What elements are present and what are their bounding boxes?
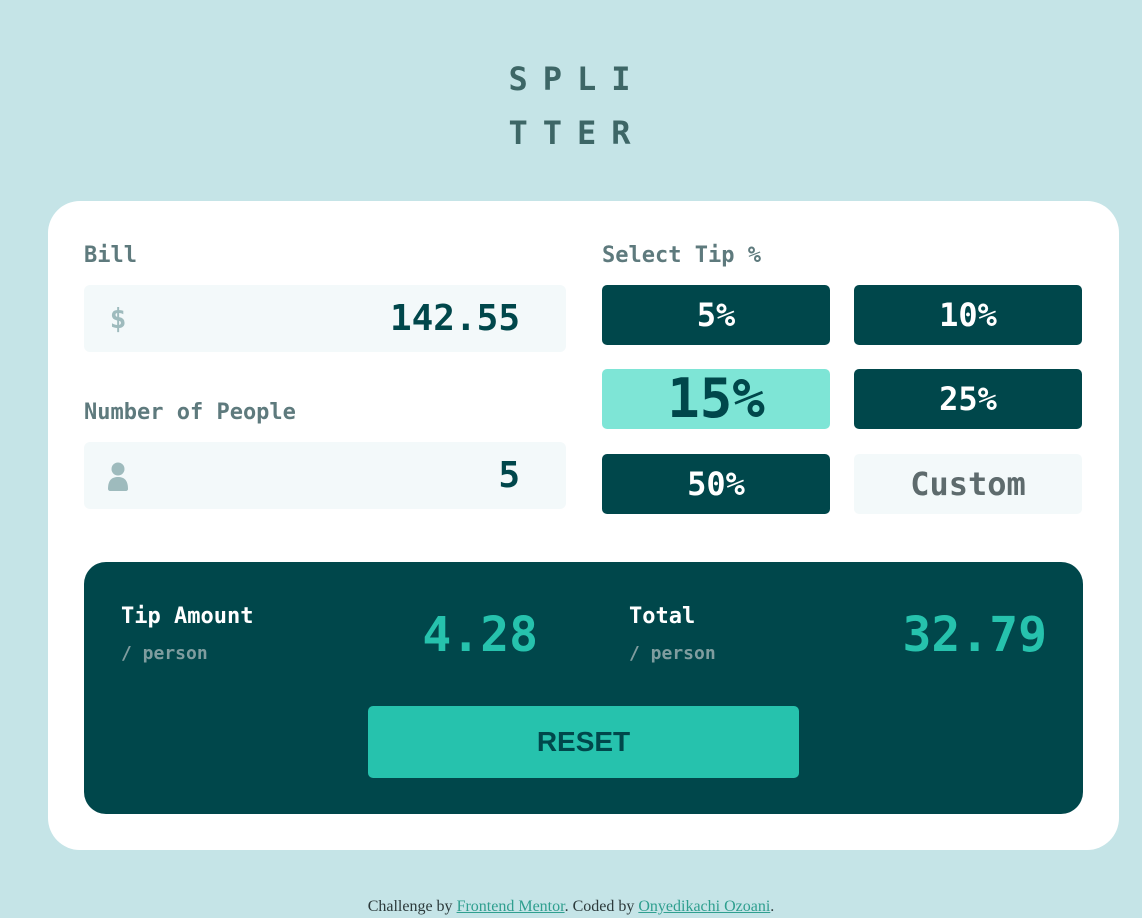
result-panel: Tip Amount / person 4.28 Total / person … — [84, 562, 1083, 814]
tip-amount-title: Tip Amount — [121, 604, 254, 629]
reset-button[interactable]: RESET — [368, 706, 799, 778]
tip-button-25[interactable]: 25% — [854, 369, 1082, 429]
person-icon — [106, 459, 130, 493]
select-tip-label: Select Tip % — [602, 243, 761, 268]
people-input[interactable]: 5 — [84, 442, 566, 509]
bill-label: Bill — [84, 243, 137, 268]
dollar-icon: $ — [109, 302, 127, 335]
tip-amount-value: 4.28 — [422, 607, 538, 663]
total-value: 32.79 — [902, 607, 1048, 663]
tip-button-15[interactable]: 15% — [602, 369, 830, 429]
total-subtitle: / person — [629, 643, 716, 664]
people-label: Number of People — [84, 400, 296, 425]
attribution-prefix: Challenge by — [367, 898, 457, 915]
tip-amount-subtitle: / person — [121, 643, 208, 664]
attribution-middle: . Coded by — [564, 898, 639, 915]
splitter-logo: SPLI TTER — [0, 52, 1142, 160]
bill-input[interactable]: $ 142.55 — [84, 285, 566, 352]
tip-button-50[interactable]: 50% — [602, 454, 830, 514]
tip-button-10[interactable]: 10% — [854, 285, 1082, 345]
calculator-card: Bill $ 142.55 Number of People 5 Select … — [48, 201, 1119, 850]
custom-tip-input[interactable]: Custom — [854, 454, 1082, 514]
logo-line-1: SPLI — [508, 60, 646, 98]
bill-value: 142.55 — [389, 298, 520, 339]
logo-line-2: TTER — [508, 114, 646, 152]
total-title: Total — [629, 604, 696, 629]
tip-button-5[interactable]: 5% — [602, 285, 830, 345]
attribution: Challenge by Frontend Mentor. Coded by O… — [0, 897, 1142, 917]
attribution-suffix: . — [770, 898, 775, 915]
author-link[interactable]: Onyedikachi Ozoani — [638, 898, 770, 915]
people-value: 5 — [498, 455, 520, 496]
frontend-mentor-link[interactable]: Frontend Mentor — [457, 898, 565, 915]
